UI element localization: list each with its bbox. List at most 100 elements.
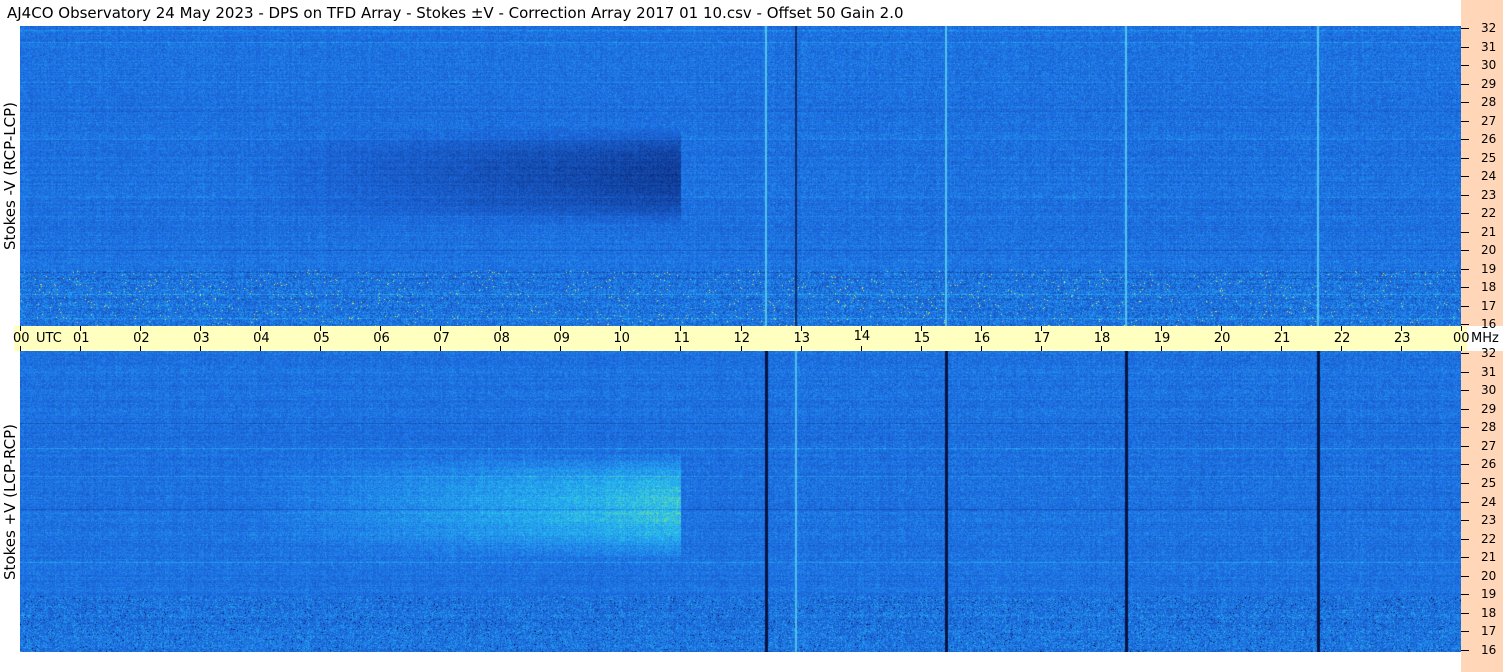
mhz-tick-label: 17 — [1481, 624, 1497, 638]
mhz-tick-mark — [1461, 84, 1469, 85]
mhz-tick-mark — [1461, 269, 1469, 270]
mhz-tick-label: 30 — [1481, 383, 1497, 397]
mhz-tick-mark — [1461, 213, 1469, 214]
utc-tick-label: 15 — [913, 331, 931, 346]
mhz-tick-mark — [1461, 195, 1469, 196]
mhz-tick-label: 18 — [1481, 606, 1497, 620]
stokes-minus-v-spectrogram — [20, 26, 1461, 326]
mhz-tick-mark — [1461, 502, 1469, 503]
mhz-tick-mark — [1461, 353, 1469, 354]
mhz-tick-mark — [1461, 446, 1469, 447]
utc-tick-label: 10 — [613, 331, 630, 346]
mhz-unit-label: MHz — [1471, 331, 1499, 346]
mhz-tick-mark — [1461, 372, 1469, 373]
y-axis-label-top: Stokes -V (RCP-LCP) — [0, 26, 20, 326]
utc-tick-label: 11 — [673, 331, 690, 346]
stokes-plus-v-spectrogram — [20, 351, 1461, 652]
mhz-tick-mark — [1461, 520, 1469, 521]
mhz-tick-label: 21 — [1481, 225, 1497, 239]
mhz-tick-label: 16 — [1481, 317, 1497, 331]
utc-tick-label: 06 — [373, 331, 390, 346]
utc-tick-label: 00 — [13, 331, 30, 346]
mhz-tick-mark — [1461, 158, 1469, 159]
mhz-tick-mark — [1461, 483, 1469, 484]
mhz-tick-label: 16 — [1481, 643, 1497, 657]
y-axis-label-bottom: Stokes +V (LCP-RCP) — [0, 351, 20, 652]
utc-tick-label: 01 — [73, 331, 90, 346]
utc-tick-label: 17 — [1033, 331, 1051, 346]
mhz-tick-mark — [1461, 427, 1469, 428]
mhz-tick-label: 25 — [1481, 151, 1497, 165]
mhz-tick-mark — [1461, 409, 1469, 410]
mhz-tick-mark — [1461, 28, 1469, 29]
utc-tick-label: 20 — [1213, 331, 1231, 346]
mhz-tick-label: 28 — [1481, 95, 1497, 109]
spectrogram-window: AJ4CO Observatory 24 May 2023 - DPS on T… — [0, 0, 1503, 672]
mhz-tick-mark — [1461, 139, 1469, 140]
utc-tick-label: 22 — [1333, 331, 1351, 346]
utc-tick-label: 21 — [1273, 331, 1291, 346]
mhz-tick-label: 17 — [1481, 299, 1497, 313]
utc-tick-label: 18 — [1093, 331, 1111, 346]
mhz-tick-label: 27 — [1481, 114, 1497, 128]
mhz-tick-label: 18 — [1481, 280, 1497, 294]
mhz-tick-label: 30 — [1481, 58, 1497, 72]
utc-tick-label: 03 — [193, 331, 210, 346]
mhz-tick-label: 31 — [1481, 365, 1497, 379]
mhz-tick-label: 32 — [1481, 21, 1497, 35]
utc-tick-label: 04 — [253, 331, 270, 346]
spectrogram-canvas-bottom — [20, 351, 1461, 652]
utc-tick-label: 05 — [313, 331, 330, 346]
mhz-tick-mark — [1461, 287, 1469, 288]
mhz-tick-label: 22 — [1481, 532, 1497, 546]
utc-tick-mark — [1461, 346, 1462, 351]
utc-tick-label: 13 — [793, 331, 811, 346]
utc-tick-label: 12 — [733, 331, 751, 346]
utc-tick-label: 08 — [493, 331, 510, 346]
utc-tick-label: 16 — [973, 331, 991, 346]
utc-tick-label: 19 — [1153, 331, 1171, 346]
mhz-tick-label: 29 — [1481, 77, 1497, 91]
mhz-tick-label: 19 — [1481, 262, 1497, 276]
spectrogram-canvas-top — [20, 26, 1461, 326]
mhz-tick-label: 24 — [1481, 495, 1497, 509]
mhz-tick-mark — [1461, 594, 1469, 595]
mhz-tick-label: 22 — [1481, 206, 1497, 220]
mhz-tick-mark — [1461, 539, 1469, 540]
mhz-tick-label: 24 — [1481, 169, 1497, 183]
mhz-tick-label: 27 — [1481, 439, 1497, 453]
mhz-tick-mark — [1461, 176, 1469, 177]
mhz-tick-mark — [1461, 576, 1469, 577]
utc-tick-label: 14 — [853, 329, 871, 344]
mhz-tick-mark — [1461, 121, 1469, 122]
mhz-tick-mark — [1461, 324, 1469, 325]
mhz-tick-mark — [1461, 557, 1469, 558]
utc-unit-label: UTC — [36, 331, 62, 346]
utc-tick-label: 00 — [1453, 331, 1470, 346]
mhz-tick-label: 19 — [1481, 587, 1497, 601]
mhz-tick-mark — [1461, 65, 1469, 66]
mhz-tick-label: 28 — [1481, 420, 1497, 434]
mhz-tick-mark — [1461, 47, 1469, 48]
y-axis-label-bottom-text: Stokes +V (LCP-RCP) — [1, 423, 19, 580]
mhz-tick-mark — [1461, 250, 1469, 251]
utc-tick-label: 23 — [1393, 331, 1411, 346]
chart-title: AJ4CO Observatory 24 May 2023 - DPS on T… — [7, 4, 904, 22]
mhz-tick-label: 25 — [1481, 476, 1497, 490]
mhz-tick-mark — [1461, 650, 1469, 651]
utc-tick-label: 09 — [553, 331, 570, 346]
utc-tick-label: 07 — [433, 331, 450, 346]
utc-time-axis: 00 01 02 03 04 05 06 07 08 09 10 11 12 13 14 15 16 17 18 19… — [13, 326, 1499, 351]
mhz-tick-label: 21 — [1481, 550, 1497, 564]
mhz-tick-mark — [1461, 306, 1469, 307]
mhz-tick-mark — [1461, 631, 1469, 632]
mhz-tick-mark — [1461, 102, 1469, 103]
mhz-tick-label: 26 — [1481, 132, 1497, 146]
mhz-tick-label: 26 — [1481, 457, 1497, 471]
utc-tick-label: 02 — [133, 331, 150, 346]
mhz-tick-label: 31 — [1481, 40, 1497, 54]
mhz-tick-label: 23 — [1481, 513, 1497, 527]
mhz-tick-mark — [1461, 232, 1469, 233]
mhz-tick-label: 32 — [1481, 346, 1497, 360]
y-axis-label-top-text: Stokes -V (RCP-LCP) — [1, 102, 19, 250]
